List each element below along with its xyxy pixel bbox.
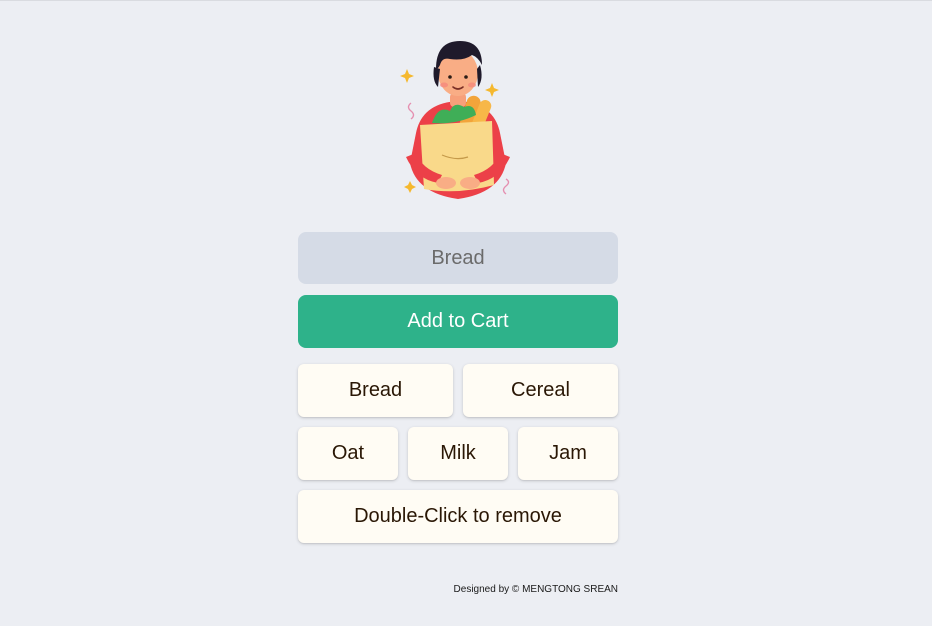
shopping-list-row: Oat Milk Jam [298, 427, 618, 480]
list-item[interactable]: Oat [298, 427, 398, 480]
add-item-form: Add to Cart [298, 232, 618, 348]
list-item[interactable]: Cereal [463, 364, 618, 417]
item-input[interactable] [298, 232, 618, 284]
list-item[interactable]: Jam [518, 427, 618, 480]
list-item[interactable]: Milk [408, 427, 508, 480]
app-page: Add to Cart Bread Cereal Oat Milk Jam Do… [0, 0, 932, 626]
footer-credit: Designed by © MENGTONG SREAN [453, 584, 618, 595]
shopping-list-row: Double-Click to remove [298, 490, 618, 543]
shopper-illustration-icon [388, 37, 528, 207]
list-item[interactable]: Bread [298, 364, 453, 417]
add-to-cart-button[interactable]: Add to Cart [298, 295, 618, 348]
shopping-list: Bread Cereal Oat Milk Jam Double-Click t… [298, 364, 618, 553]
shopping-list-row: Bread Cereal [298, 364, 618, 417]
list-item[interactable]: Double-Click to remove [298, 490, 618, 543]
